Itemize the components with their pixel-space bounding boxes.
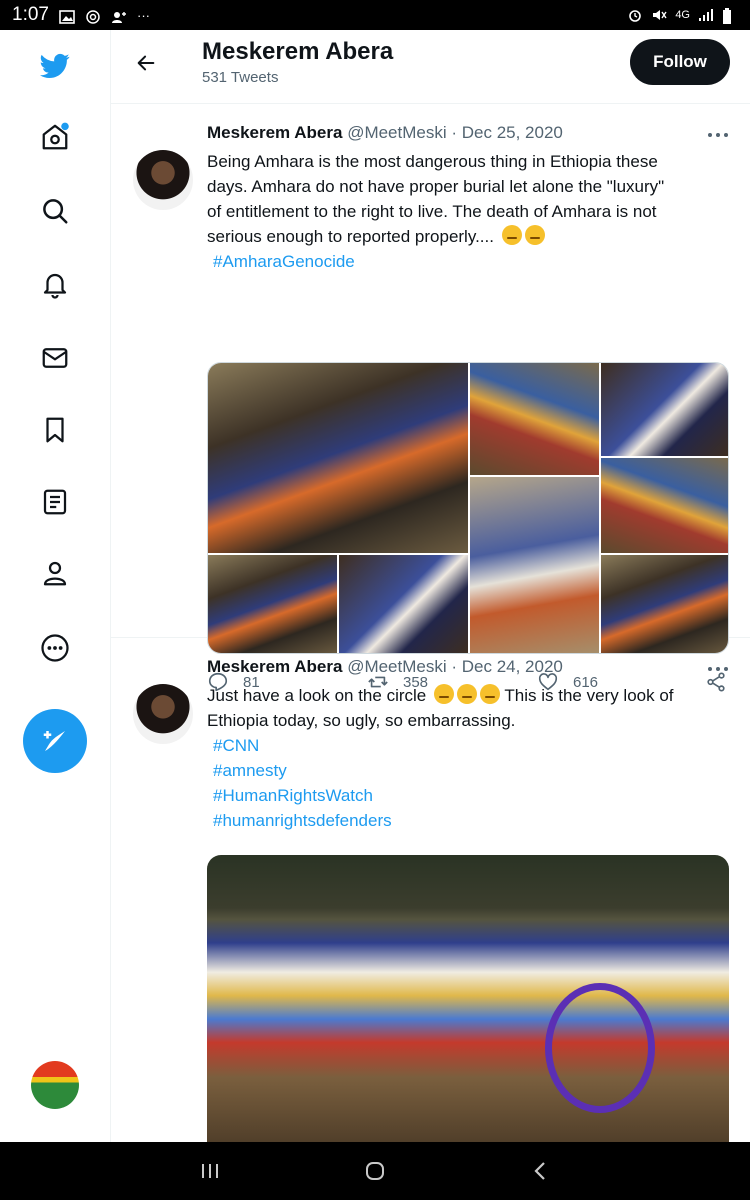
lists-icon[interactable] <box>35 482 75 522</box>
profile-header: Meskerem Abera 531 Tweets Follow <box>111 30 750 104</box>
status-bar: 1:07 ··· 4G <box>0 0 750 30</box>
meta-separator: · <box>446 657 462 676</box>
main-column: Meskerem Abera 531 Tweets Follow Meskere… <box>110 30 750 1148</box>
tweet-line: Just have a look on the circle <box>207 686 431 705</box>
search-icon[interactable] <box>35 191 75 231</box>
sleeping-face-emoji-icon <box>456 684 477 704</box>
battery-icon <box>722 8 738 24</box>
notifications-icon[interactable] <box>35 265 75 305</box>
hashtag-link[interactable]: #HumanRightsWatch <box>207 783 727 808</box>
home-system-button[interactable] <box>360 1156 390 1186</box>
screen: 1:07 ··· 4G Meskerem Abera 531 Tweets Fo… <box>0 0 750 1200</box>
home-circle-icon <box>366 1162 384 1180</box>
back-system-button[interactable] <box>525 1156 555 1186</box>
signal-icon <box>698 8 714 22</box>
bookmarks-icon[interactable] <box>35 410 75 450</box>
hashtag-link[interactable]: #CNN <box>207 733 727 758</box>
twitter-logo-icon[interactable] <box>35 46 75 86</box>
sleeping-face-emoji-icon <box>524 225 545 245</box>
alarm-icon <box>627 8 643 22</box>
compose-tweet-icon <box>43 731 65 751</box>
recent-apps-button[interactable] <box>195 1156 225 1186</box>
meta-separator: · <box>446 123 462 142</box>
compose-tweet-button[interactable] <box>23 709 87 773</box>
messages-icon[interactable] <box>35 338 75 378</box>
tweet-line: days. Amhara do not have proper burial l… <box>207 177 665 196</box>
back-button[interactable] <box>129 46 163 80</box>
hashtag-link[interactable]: #amnesty <box>207 758 727 783</box>
media-photo[interactable] <box>601 458 728 553</box>
at-icon <box>85 8 101 24</box>
sleeping-face-emoji-icon <box>501 225 522 245</box>
tweet-text: Being Amhara is the most dangerous thing… <box>207 149 727 274</box>
arrow-left-icon <box>137 55 155 71</box>
author-avatar[interactable] <box>133 150 193 210</box>
overflow-icon: ··· <box>136 7 150 23</box>
author-name[interactable]: Meskerem Abera <box>207 123 342 142</box>
more-options-icon[interactable] <box>35 628 75 668</box>
tweet-more-icon[interactable] <box>706 128 730 142</box>
hashtag-link[interactable]: #humanrightsdefenders <box>207 808 727 833</box>
tweet-date[interactable]: Dec 25, 2020 <box>462 123 563 142</box>
tweet-date[interactable]: Dec 24, 2020 <box>462 657 563 676</box>
profile-icon[interactable] <box>35 553 75 593</box>
home-icon[interactable] <box>35 117 75 157</box>
system-nav-bar <box>0 1142 750 1200</box>
tweet-line: serious enough to reported properly.... <box>207 227 499 246</box>
hashtag-link[interactable]: #AmharaGenocide <box>207 249 727 274</box>
tweet-header: Meskerem Abera @MeetMeski · Dec 24, 2020 <box>207 657 563 677</box>
tweet-line: This is the very look of <box>499 686 674 705</box>
tweet[interactable]: Meskerem Abera @MeetMeski · Dec 24, 2020… <box>111 638 750 1148</box>
tweet-line: Ethiopia today, so ugly, so embarrassing… <box>207 711 516 730</box>
gallery-icon <box>59 8 75 24</box>
follow-button[interactable]: Follow <box>630 39 730 85</box>
media-photo[interactable] <box>470 363 599 475</box>
tweet-more-icon[interactable] <box>706 662 730 676</box>
media-photo[interactable] <box>207 855 729 1148</box>
sleeping-face-emoji-icon <box>433 684 454 704</box>
media-photo[interactable] <box>601 363 728 456</box>
recent-apps-icon <box>202 1164 218 1178</box>
media-photo[interactable] <box>470 477 599 653</box>
account-avatar[interactable] <box>31 1061 79 1109</box>
tweet-count: 531 Tweets <box>202 69 279 86</box>
network-type: 4G <box>675 9 690 21</box>
page-title: Meskerem Abera <box>202 38 394 65</box>
tweet-line: of entitlement to the right to live. The… <box>207 202 657 221</box>
chevron-left-icon <box>534 1162 545 1180</box>
tweet-line: Being Amhara is the most dangerous thing… <box>207 152 658 171</box>
tweet[interactable]: Meskerem Abera @MeetMeski · Dec 25, 2020… <box>111 104 750 692</box>
tweet-text: Just have a look on the circle This is t… <box>207 683 727 833</box>
author-handle: @MeetMeski <box>347 123 447 142</box>
tweet-header: Meskerem Abera @MeetMeski · Dec 25, 2020 <box>207 123 563 143</box>
media-photo[interactable] <box>208 363 468 553</box>
sleeping-face-emoji-icon <box>479 684 500 704</box>
add-contact-icon <box>111 8 127 23</box>
author-handle: @MeetMeski <box>347 657 447 676</box>
status-time: 1:07 <box>12 4 49 25</box>
mute-icon <box>651 8 667 22</box>
left-nav <box>0 30 110 1142</box>
media-grid <box>207 362 729 654</box>
purple-circle-annotation <box>545 983 655 1113</box>
author-name[interactable]: Meskerem Abera <box>207 657 342 676</box>
author-avatar[interactable] <box>133 684 193 744</box>
